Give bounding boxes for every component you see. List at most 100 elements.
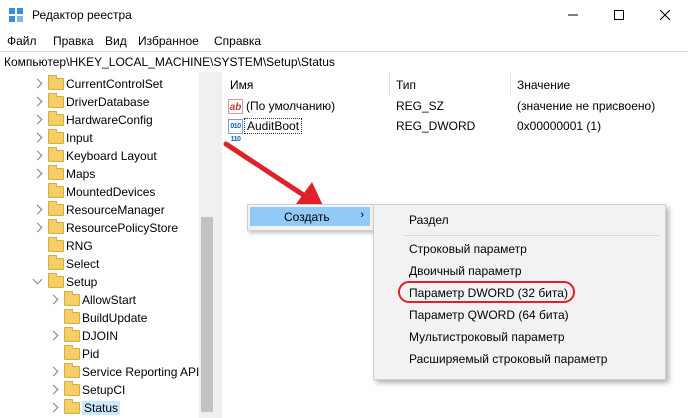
context-create-item[interactable]: Создать › xyxy=(250,207,370,226)
tree-item-label: Keyboard Layout xyxy=(66,149,157,163)
menu-favorites[interactable]: Избранное xyxy=(138,34,199,48)
chevron-right-icon[interactable] xyxy=(32,114,43,125)
tree-item[interactable]: Pid xyxy=(0,345,199,363)
close-icon xyxy=(659,9,671,21)
value-row-default[interactable]: ab (По умолчанию) REG_SZ (значение не пр… xyxy=(222,97,688,117)
menu-edit[interactable]: Правка xyxy=(53,34,94,48)
chevron-right-icon[interactable] xyxy=(32,150,43,161)
tree-item-label: Status xyxy=(82,401,121,415)
tree-item-label: Service Reporting API xyxy=(82,365,200,379)
tree-item-label: Input xyxy=(66,131,93,145)
tree-item[interactable]: Setup xyxy=(0,273,199,291)
title-bar: Редактор реестра xyxy=(0,0,688,31)
tree-item[interactable]: BuildUpdate xyxy=(0,309,199,327)
menu-bar: Файл Правка Вид Избранное Справка xyxy=(0,31,688,51)
tree-item[interactable]: MountedDevices xyxy=(0,183,199,201)
folder-icon xyxy=(48,201,64,216)
folder-icon xyxy=(64,381,80,396)
column-header-type[interactable]: Тип xyxy=(396,78,416,92)
submenu-item-multistring[interactable]: Мультистроковый параметр xyxy=(409,330,565,344)
chevron-right-icon[interactable] xyxy=(32,132,43,143)
menu-help[interactable]: Справка xyxy=(214,34,261,48)
column-divider[interactable] xyxy=(389,72,390,96)
tree-item[interactable]: Maps xyxy=(0,165,199,183)
tree-item-label: CurrentControlSet xyxy=(66,77,163,91)
tree-item-label: DriverDatabase xyxy=(66,95,150,109)
tree-item-label: Maps xyxy=(66,167,96,181)
annotation-highlight-ring xyxy=(398,281,575,303)
submenu-item-qword[interactable]: Параметр QWORD (64 бита) xyxy=(409,308,569,322)
key-tree[interactable]: CurrentControlSet DriverDatabase HardwareC… xyxy=(0,72,216,418)
tree-item[interactable]: Select xyxy=(0,255,199,273)
tree-item-label: ResourcePolicyStore xyxy=(66,221,179,235)
minimize-icon xyxy=(568,14,578,16)
folder-icon xyxy=(64,363,80,378)
folder-icon xyxy=(48,129,64,144)
chevron-right-icon[interactable] xyxy=(48,366,59,377)
menu-file[interactable]: Файл xyxy=(7,34,37,48)
minimize-button[interactable] xyxy=(550,0,596,31)
chevron-right-icon[interactable] xyxy=(48,294,59,305)
folder-icon xyxy=(48,147,64,162)
tree-item[interactable]: Service Reporting API xyxy=(0,363,199,381)
tree-item[interactable]: Status xyxy=(0,399,199,417)
tree-item-label: ResourceManager xyxy=(66,203,165,217)
tree-item-label: Setup xyxy=(66,275,98,289)
tree-scrollbar[interactable] xyxy=(199,72,216,418)
submenu-item-binary[interactable]: Двоичный параметр xyxy=(409,264,522,278)
column-header-data[interactable]: Значение xyxy=(517,78,570,92)
chevron-right-icon[interactable] xyxy=(32,222,43,233)
value-data: (значение не присвоено) xyxy=(517,99,656,113)
chevron-right-icon[interactable] xyxy=(32,96,43,107)
close-button[interactable] xyxy=(642,0,688,31)
string-value-icon: ab xyxy=(228,99,243,114)
chevron-right-icon[interactable] xyxy=(48,330,59,341)
tree-item[interactable]: Keyboard Layout xyxy=(0,147,199,165)
tree-item[interactable]: RNG xyxy=(0,237,199,255)
folder-icon xyxy=(64,309,80,324)
submenu-item-string[interactable]: Строковый параметр xyxy=(409,242,527,256)
folder-icon xyxy=(64,291,80,306)
folder-icon xyxy=(48,255,64,270)
maximize-button[interactable] xyxy=(596,0,642,31)
tree-item[interactable]: CurrentControlSet xyxy=(0,75,199,93)
tree-item[interactable]: ResourcePolicyStore xyxy=(0,219,199,237)
tree-item-label: Select xyxy=(66,257,100,271)
value-type: REG_SZ xyxy=(396,99,445,113)
maximize-icon xyxy=(614,10,624,20)
tree-item[interactable]: DriverDatabase xyxy=(0,93,199,111)
menu-view[interactable]: Вид xyxy=(105,34,127,48)
value-row-auditboot[interactable]: 010 110 AuditBoot REG_DWORD 0x00000001 (… xyxy=(222,117,688,143)
tree-item[interactable]: Input xyxy=(0,129,199,147)
folder-icon xyxy=(48,75,64,90)
registry-editor-icon xyxy=(9,8,23,22)
submenu-item-expandable-string[interactable]: Расширяемый строковый параметр xyxy=(409,352,607,366)
window-title: Редактор реестра xyxy=(32,8,132,22)
tree-item[interactable]: DJOIN xyxy=(0,327,199,345)
folder-icon xyxy=(48,93,64,108)
chevron-right-icon[interactable] xyxy=(48,384,59,395)
folder-icon xyxy=(48,165,64,180)
value-name: (По умолчанию) xyxy=(246,99,336,113)
folder-icon xyxy=(48,237,64,252)
column-divider[interactable] xyxy=(510,72,511,96)
tree-item-label: MountedDevices xyxy=(66,185,156,199)
column-header-name[interactable]: Имя xyxy=(230,78,253,92)
tree-item-label: RNG xyxy=(66,239,93,253)
chevron-right-icon[interactable] xyxy=(32,204,43,215)
tree-item-label: DJOIN xyxy=(82,329,118,343)
tree-item[interactable]: ResourceManager xyxy=(0,201,199,219)
tree-scrollbar-thumb[interactable] xyxy=(201,217,213,412)
tree-item[interactable]: SetupCI xyxy=(0,381,199,399)
submenu-item-key[interactable]: Раздел xyxy=(409,213,449,227)
tree-item-label: Pid xyxy=(82,347,100,361)
chevron-right-icon[interactable] xyxy=(32,168,43,179)
chevron-right-icon[interactable] xyxy=(32,78,43,89)
address-bar[interactable]: Компьютер\HKEY_LOCAL_MACHINE\SYSTEM\Setu… xyxy=(0,51,688,73)
tree-item[interactable]: HardwareConfig xyxy=(0,111,199,129)
tree-item[interactable]: AllowStart xyxy=(0,291,199,309)
folder-icon xyxy=(48,111,64,126)
chevron-down-icon[interactable] xyxy=(32,274,43,285)
value-data: 0x00000001 (1) xyxy=(517,119,602,133)
chevron-right-icon[interactable] xyxy=(48,402,59,413)
